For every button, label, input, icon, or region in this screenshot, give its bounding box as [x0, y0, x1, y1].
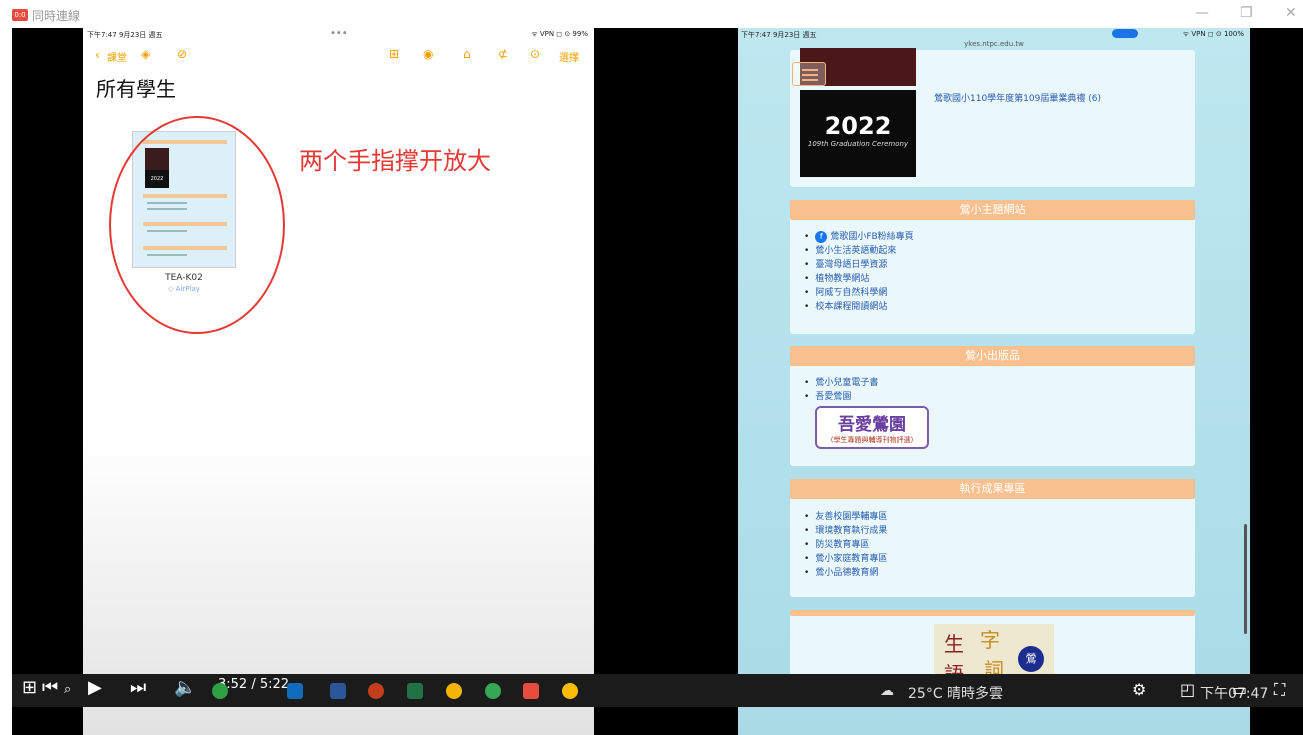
playback-time: 3:52 / 5:22 — [218, 677, 290, 692]
eye-icon[interactable]: ◉ — [423, 47, 433, 61]
facebook-icon: f — [815, 231, 828, 243]
skip-next-icon[interactable]: ⏭ — [130, 677, 146, 698]
select-button[interactable]: 選擇 — [559, 49, 579, 64]
zi-char: 生 — [944, 632, 964, 656]
miniplayer-icon[interactable]: ◰ — [1180, 680, 1195, 699]
link-item[interactable]: 環境教育執行成果 — [804, 524, 887, 538]
powerpoint-app-icon[interactable] — [368, 683, 384, 699]
scrollbar-thumb[interactable] — [1244, 524, 1247, 634]
link-item[interactable]: 校本課程閱讀網站 — [804, 300, 914, 314]
left-ipad-screen: 下午7:47 9月23日 週五 ••• ᯤ VPN ◻ ⊙ 99% ‹ 課堂 ◈… — [83, 28, 594, 735]
minimize-button[interactable]: — — [1195, 5, 1209, 21]
link-item[interactable]: 鶯小家庭教育專區 — [804, 552, 887, 566]
section-header: 執行成果專區 — [790, 479, 1195, 499]
compass-icon[interactable]: ⊘ — [177, 47, 187, 61]
multitask-dots-icon[interactable]: ••• — [330, 28, 348, 39]
annotation-circle — [109, 116, 285, 334]
excel-app-icon[interactable] — [407, 683, 423, 699]
page-title: 所有學生 — [96, 77, 176, 101]
chrome-canary-icon[interactable] — [485, 683, 501, 699]
close-button[interactable]: ✕ — [1285, 5, 1297, 21]
link-item[interactable]: 阿威ㄎ自然科學網 — [804, 286, 914, 300]
chrome-app-icon[interactable] — [446, 683, 462, 699]
window-title: 同時連線 — [32, 9, 81, 23]
left-status-right: ᯤ VPN ◻ ⊙ 99% — [531, 30, 588, 38]
screen-mirroring-icon — [1112, 29, 1138, 38]
graduation-year: 2022 — [824, 112, 892, 140]
zi-char: 字 — [980, 628, 1000, 652]
fullscreen-icon[interactable]: ⛶ — [1274, 680, 1285, 700]
settings-icon[interactable]: ⚙ — [1132, 680, 1146, 699]
word-app-icon[interactable] — [330, 683, 346, 699]
right-ipad-screen: 下午7:47 9月23日 週五 ᯤ VPN ◻ ⊙ 100% ykes.ntpc… — [738, 28, 1250, 735]
link-item[interactable]: f鶯歌國小FB粉絲專頁 — [804, 230, 914, 244]
link-item[interactable]: 鶯小兒童電子書 — [804, 376, 878, 390]
section-header-bar — [790, 610, 1195, 616]
weather-text[interactable]: 25°C 晴時多雲 — [908, 683, 1003, 703]
theater-mode-icon[interactable]: ▭ — [1232, 680, 1247, 699]
right-status-time: 下午7:47 9月23日 週五 — [741, 31, 817, 39]
app-window: 0:0 同時連線 — ❐ ✕ 下午7:47 9月23日 週五 ••• ᯤ VPN… — [0, 0, 1303, 735]
graduation-subtitle: 109th Graduation Ceremony — [807, 140, 909, 148]
graduation-caption[interactable]: 鶯歌國小110學年度第109屆畢業典禮 (6) — [934, 91, 1101, 104]
publication-logo[interactable]: 吾愛鶯園 (學生專題與輔導刊物評選) — [815, 406, 929, 449]
grid-icon[interactable]: ⊞ — [389, 47, 399, 61]
section-header: 鶯小主題網站 — [790, 200, 1195, 220]
volume-icon[interactable]: 🔈 — [174, 677, 196, 698]
back-chevron-icon[interactable]: ‹ — [95, 48, 100, 62]
video-player[interactable]: 下午7:47 9月23日 週五 ••• ᯤ VPN ◻ ⊙ 99% ‹ 課堂 ◈… — [12, 28, 1303, 735]
taskbar: ⊞ ⏮ ⌕ ▶ ⏭ 🔈 3:52 / 5:22 ☁ 25°C 晴時多雲 ⚙ 下午… — [12, 674, 1303, 707]
link-list: 鶯小兒童電子書 吾愛鶯園 — [804, 376, 878, 404]
left-status-bar: 下午7:47 9月23日 週五 ••• ᯤ VPN ◻ ⊙ 99% — [83, 28, 594, 40]
line-app-icon[interactable] — [212, 683, 228, 699]
lock-icon[interactable]: ⌂ — [463, 47, 471, 61]
left-status-time: 下午7:47 9月23日 週五 — [87, 31, 163, 39]
annotation-text: 两个手指撑开放大 — [299, 147, 491, 175]
link-item[interactable]: 友善校園學輔專區 — [804, 510, 887, 524]
classroom-toolbar: ‹ 課堂 ◈ ⊘ ⊞ ◉ ⌂ ⊄ ⊙ 選擇 — [83, 44, 594, 66]
link-item[interactable]: 臺灣母語日學資源 — [804, 258, 914, 272]
zi-badge: 鶯 — [1018, 646, 1044, 672]
link-list: f鶯歌國小FB粉絲專頁 鶯小生活英語動起來 臺灣母語日學資源 植物教學網站 阿威… — [804, 230, 914, 314]
maximize-button[interactable]: ❐ — [1240, 5, 1253, 21]
logo-sub-text: (學生專題與輔導刊物評選) — [830, 436, 914, 444]
graduation-image[interactable]: 2022 109th Graduation Ceremony — [800, 90, 916, 177]
mute-icon[interactable]: ⊄ — [498, 47, 508, 61]
layers-icon[interactable]: ◈ — [141, 47, 150, 61]
chrome-alt-icon[interactable] — [562, 683, 578, 699]
right-status-bar: 下午7:47 9月23日 週五 ᯤ VPN ◻ ⊙ 100% — [738, 28, 1250, 40]
snip-app-icon[interactable] — [287, 683, 303, 699]
weather-icon: ☁ — [880, 683, 894, 699]
app-logo-icon: 0:0 — [12, 9, 28, 21]
play-icon[interactable]: ▶ — [88, 677, 102, 698]
skip-previous-icon[interactable]: ⏮ — [42, 677, 58, 698]
link-item[interactable]: 鶯小品德教育網 — [804, 566, 887, 580]
back-button[interactable]: 課堂 — [107, 49, 127, 64]
link-list: 友善校園學輔專區 環境教育執行成果 防災教育專區 鶯小家庭教育專區 鶯小品德教育… — [804, 510, 887, 580]
link-item[interactable]: 鶯小生活英語動起來 — [804, 244, 914, 258]
link-item[interactable]: 防災教育專區 — [804, 538, 887, 552]
link-item[interactable]: 植物教學網站 — [804, 272, 914, 286]
section-header: 鶯小出版品 — [790, 346, 1195, 366]
more-icon[interactable]: ⊙ — [530, 47, 540, 61]
search-icon[interactable]: ⌕ — [64, 682, 71, 697]
logo-main-text: 吾愛鶯園 — [838, 415, 906, 435]
airserver-app-icon[interactable] — [523, 683, 539, 699]
right-status-right: ᯤ VPN ◻ ⊙ 100% — [1182, 30, 1244, 38]
address-bar[interactable]: ykes.ntpc.edu.tw — [738, 40, 1250, 48]
hamburger-menu-icon[interactable] — [792, 62, 826, 86]
link-item[interactable]: 吾愛鶯園 — [804, 390, 878, 404]
windows-start-icon[interactable]: ⊞ — [22, 677, 37, 698]
window-titlebar: 0:0 同時連線 — ❐ ✕ — [0, 0, 1303, 28]
